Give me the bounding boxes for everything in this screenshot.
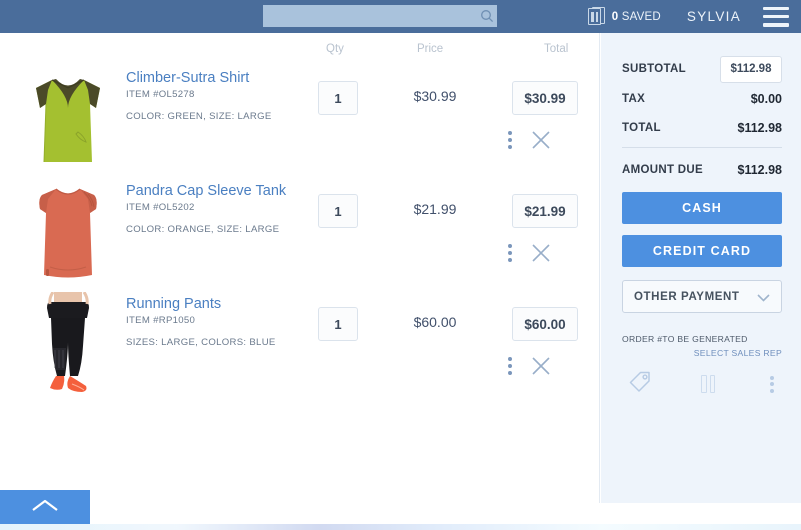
tax-value: $0.00 xyxy=(750,92,782,106)
cart-row: Climber-Sutra Shirt ITEM #OL5278 COLOR: … xyxy=(0,61,600,174)
app-header: 0 SAVED SYLVIA xyxy=(0,0,801,33)
tax-row: TAX $0.00 xyxy=(622,92,782,106)
kebab-menu-icon[interactable] xyxy=(508,131,512,149)
header-right-group: 0 SAVED SYLVIA xyxy=(587,0,801,33)
cart-row: Pandra Cap Sleeve Tank ITEM #OL5202 COLO… xyxy=(0,174,600,287)
total-label: TOTAL xyxy=(622,122,661,134)
cash-payment-button[interactable]: CASH xyxy=(622,192,782,224)
cart-row: Running Pants ITEM #RP1050 SIZES: LARGE,… xyxy=(0,287,600,400)
sidebar-action-icons xyxy=(629,369,774,399)
total-value: $112.98 xyxy=(737,121,783,135)
search-bar[interactable] xyxy=(263,5,497,27)
quantity-input-wrapper[interactable] xyxy=(318,81,358,115)
column-header-total: Total xyxy=(544,43,569,55)
saved-word: SAVED xyxy=(621,10,661,23)
quantity-input[interactable] xyxy=(319,308,357,340)
close-x-icon[interactable] xyxy=(530,129,552,151)
row-actions xyxy=(508,240,580,266)
amount-due-row: AMOUNT DUE $112.98 xyxy=(622,163,782,177)
total-row: TOTAL $112.98 xyxy=(622,121,782,135)
current-user-name[interactable]: SYLVIA xyxy=(687,9,741,24)
product-line-total: $30.99 xyxy=(512,81,578,115)
quantity-input[interactable] xyxy=(319,82,357,114)
product-thumbnail[interactable] xyxy=(22,292,114,395)
search-icon[interactable] xyxy=(477,5,497,27)
amount-due-label: AMOUNT DUE xyxy=(622,164,703,176)
bottom-strip xyxy=(0,524,801,530)
row-actions xyxy=(508,353,580,379)
cart-panel: Qty Price Total Climber-Sutra Shirt ITEM… xyxy=(0,33,600,503)
other-payment-label: OTHER PAYMENT xyxy=(634,290,740,303)
column-header-qty: Qty xyxy=(326,43,344,55)
subtotal-label: SUBTOTAL xyxy=(622,63,686,75)
cart-column-headers: Qty Price Total xyxy=(0,43,600,61)
discount-tag-icon[interactable] xyxy=(629,371,651,398)
subtotal-value[interactable]: $112.98 xyxy=(720,55,782,83)
product-line-total: $21.99 xyxy=(512,194,578,228)
product-sku: ITEM #RP1050 xyxy=(126,315,196,326)
search-input[interactable] xyxy=(263,5,477,27)
checkout-sidebar: SUBTOTAL $112.98 TAX $0.00 TOTAL $112.98… xyxy=(601,33,801,503)
saved-orders-button[interactable]: 0 SAVED xyxy=(587,7,661,26)
quantity-input-wrapper[interactable] xyxy=(318,194,358,228)
kebab-menu-icon[interactable] xyxy=(508,357,512,375)
product-options: COLOR: ORANGE, SIZE: LARGE xyxy=(126,224,280,235)
chevron-down-icon xyxy=(757,293,770,302)
product-price: $60.00 xyxy=(413,314,457,330)
product-sku: ITEM #OL5278 xyxy=(126,89,195,100)
other-payment-dropdown[interactable]: OTHER PAYMENT xyxy=(622,280,782,313)
product-info: Climber-Sutra Shirt ITEM #OL5278 COLOR: … xyxy=(126,69,316,123)
row-actions xyxy=(508,127,580,153)
subtotal-row: SUBTOTAL $112.98 xyxy=(622,55,782,83)
product-line-total: $60.00 xyxy=(512,307,578,341)
product-name-link[interactable]: Pandra Cap Sleeve Tank xyxy=(126,182,316,200)
select-sales-rep-link[interactable]: SELECT SALES REP xyxy=(622,348,782,358)
product-name-link[interactable]: Climber-Sutra Shirt xyxy=(126,69,316,87)
product-info: Pandra Cap Sleeve Tank ITEM #OL5202 COLO… xyxy=(126,182,316,236)
product-info: Running Pants ITEM #RP1050 SIZES: LARGE,… xyxy=(126,295,316,349)
product-options: COLOR: GREEN, SIZE: LARGE xyxy=(126,111,272,122)
collapse-panel-button[interactable] xyxy=(0,490,90,524)
sidebar-divider xyxy=(622,147,782,148)
amount-due-value: $112.98 xyxy=(737,163,783,177)
close-x-icon[interactable] xyxy=(530,355,552,377)
saved-count: 0 xyxy=(611,10,619,23)
product-options: SIZES: LARGE, COLORS: BLUE xyxy=(126,337,276,348)
saved-orders-label: 0 SAVED xyxy=(612,11,661,23)
product-thumbnail[interactable] xyxy=(22,66,114,169)
quantity-input[interactable] xyxy=(319,195,357,227)
hamburger-menu-icon[interactable] xyxy=(763,6,789,27)
column-header-price: Price xyxy=(417,43,444,55)
chevron-up-icon xyxy=(30,498,60,517)
product-name-link[interactable]: Running Pants xyxy=(126,295,316,313)
pos-app-window: 0 SAVED SYLVIA Qty Price Total Climber-S… xyxy=(0,0,801,530)
cart-item-list: Climber-Sutra Shirt ITEM #OL5278 COLOR: … xyxy=(0,61,600,400)
credit-card-payment-button[interactable]: CREDIT CARD xyxy=(622,235,782,267)
kebab-menu-icon[interactable] xyxy=(508,244,512,262)
product-price: $30.99 xyxy=(413,88,457,104)
product-thumbnail[interactable] xyxy=(22,179,114,282)
hold-order-icon[interactable] xyxy=(701,375,720,394)
tax-label: TAX xyxy=(622,93,646,105)
product-price: $21.99 xyxy=(413,201,457,217)
close-x-icon[interactable] xyxy=(530,242,552,264)
saved-orders-icon xyxy=(587,7,606,26)
more-options-icon[interactable] xyxy=(770,375,774,393)
order-number-note: ORDER #TO BE GENERATED xyxy=(622,334,748,344)
product-sku: ITEM #OL5202 xyxy=(126,202,195,213)
quantity-input-wrapper[interactable] xyxy=(318,307,358,341)
